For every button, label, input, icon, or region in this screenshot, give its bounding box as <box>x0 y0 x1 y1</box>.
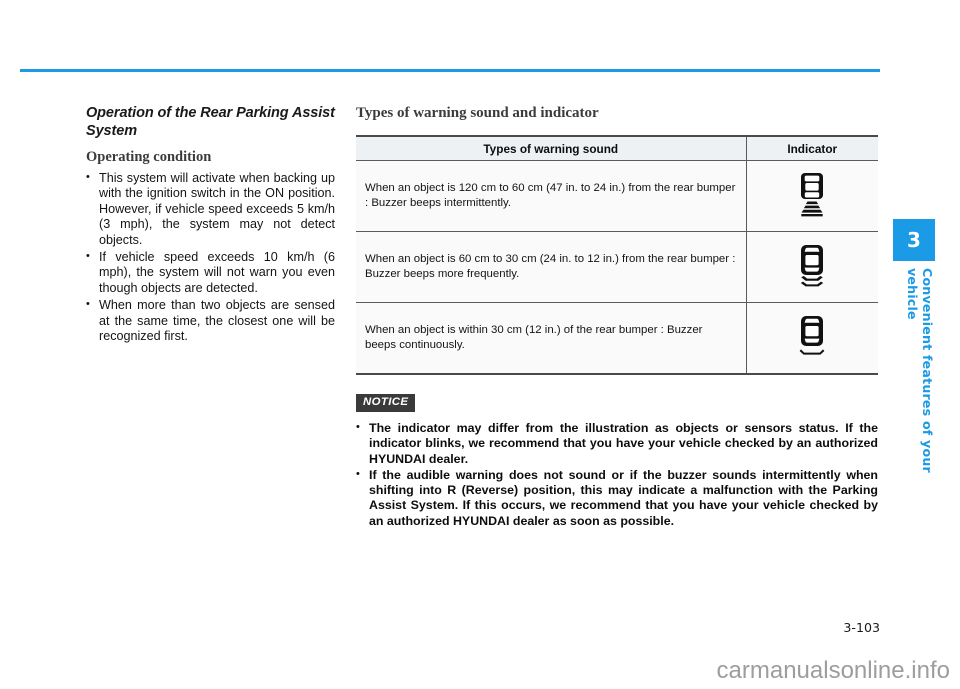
chapter-number-tab: 3 <box>893 219 935 261</box>
left-column: Operation of the Rear Parking Assist Sys… <box>86 104 335 346</box>
cell-indicator <box>745 302 878 374</box>
cell-indicator <box>745 231 878 303</box>
column-header-sound: Types of warning sound <box>356 136 746 161</box>
list-item: The indicator may differ from the illust… <box>356 420 878 467</box>
cell-sound-description: When an object is within 30 cm (12 in.) … <box>356 302 746 374</box>
cell-sound-description: When an object is 120 cm to 60 cm (47 in… <box>356 160 746 232</box>
table-row: When an object is 60 cm to 30 cm (24 in.… <box>356 231 878 303</box>
subsection-heading: Operating condition <box>86 149 212 165</box>
warning-sound-table: Types of warning sound Indicator When an… <box>356 135 878 375</box>
chapter-title-vertical: Convenient features of your vehicle <box>905 268 935 473</box>
list-item: If vehicle speed exceeds 10 km/h (6 mph)… <box>86 249 335 296</box>
list-item: This system will activate when backing u… <box>86 170 335 248</box>
table-header-row: Types of warning sound Indicator <box>356 136 878 161</box>
notice-list: The indicator may differ from the illust… <box>356 420 878 529</box>
table-row: When an object is within 30 cm (12 in.) … <box>356 302 878 374</box>
section-heading: Operation of the Rear Parking Assist Sys… <box>86 105 335 139</box>
watermark: carmanualsonline.info <box>716 657 950 684</box>
cell-sound-description: When an object is 60 cm to 30 cm (24 in.… <box>356 231 746 303</box>
cell-indicator <box>745 160 878 232</box>
table-row: When an object is 120 cm to 60 cm (47 in… <box>356 160 878 232</box>
car-rear-sensor-near-icon <box>795 314 829 358</box>
manual-page: Operation of the Rear Parking Assist Sys… <box>0 0 960 689</box>
page-number: 3-103 <box>843 620 880 635</box>
list-item: When more than two objects are sensed at… <box>86 297 335 344</box>
warning-types-heading: Types of warning sound and indicator <box>356 105 599 121</box>
right-column: Types of warning sound and indicator Typ… <box>356 104 878 530</box>
car-rear-sensor-far-icon <box>795 171 829 217</box>
column-header-indicator: Indicator <box>745 136 878 161</box>
header-rule <box>20 69 880 72</box>
operating-condition-list: This system will activate when backing u… <box>86 170 335 344</box>
notice-badge: NOTICE <box>356 394 416 412</box>
car-rear-sensor-mid-icon <box>795 243 829 287</box>
list-item: If the audible warning does not sound or… <box>356 467 878 529</box>
notice-block: NOTICE The indicator may differ from the… <box>356 392 878 529</box>
